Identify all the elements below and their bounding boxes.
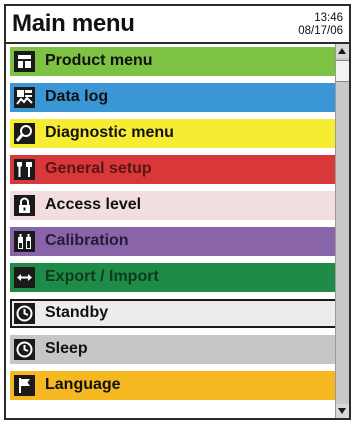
menu-item-access-level[interactable]: Access level <box>10 191 340 220</box>
data-log-icon <box>14 87 35 108</box>
transfer-icon <box>14 267 35 288</box>
product-icon <box>14 51 35 72</box>
menu-list: Product menu Data log Diagnostic menu Ge… <box>6 44 340 418</box>
menu-item-diagnostic-menu[interactable]: Diagnostic menu <box>10 119 340 148</box>
menu-item-label: Calibration <box>45 232 129 249</box>
clock-icon <box>14 303 35 324</box>
menu-item-calibration[interactable]: Calibration <box>10 227 340 256</box>
menu-item-sleep[interactable]: Sleep <box>10 335 340 364</box>
menu-item-standby[interactable]: Standby <box>10 299 340 328</box>
page-title: Main menu <box>12 10 135 37</box>
menu-item-label: Access level <box>45 196 142 213</box>
menu-item-general-setup[interactable]: General setup <box>10 155 340 184</box>
menu-item-label: General setup <box>45 160 152 177</box>
menu-item-language[interactable]: Language <box>10 371 340 400</box>
menu-item-label: Export / Import <box>45 268 159 285</box>
scrollbar-thumb[interactable] <box>336 60 349 82</box>
menu-item-data-log[interactable]: Data log <box>10 83 340 112</box>
time-label: 13:46 <box>314 12 343 24</box>
lock-icon <box>14 195 35 216</box>
screen-frame: Main menu 13:46 08/17/06 Product menu Da… <box>4 4 351 420</box>
menu-item-label: Data log <box>45 88 109 105</box>
scroll-down-arrow-icon[interactable] <box>336 404 349 418</box>
magnifier-icon <box>14 123 35 144</box>
tools-icon <box>14 159 35 180</box>
datetime-display: 13:46 08/17/06 <box>298 12 343 38</box>
menu-item-label: Diagnostic menu <box>45 124 174 141</box>
header-bar: Main menu 13:46 08/17/06 <box>6 6 349 44</box>
clock-icon <box>14 339 35 360</box>
menu-item-label: Language <box>45 376 121 393</box>
menu-item-product-menu[interactable]: Product menu <box>10 47 340 76</box>
vertical-scrollbar[interactable] <box>335 44 349 418</box>
flag-icon <box>14 375 35 396</box>
menu-item-label: Sleep <box>45 340 88 357</box>
scroll-up-arrow-icon[interactable] <box>336 44 349 58</box>
menu-item-export-import[interactable]: Export / Import <box>10 263 340 292</box>
menu-item-label: Standby <box>45 304 109 321</box>
menu-item-label: Product menu <box>45 52 153 69</box>
date-label: 08/17/06 <box>298 25 343 37</box>
calibration-icon <box>14 231 35 252</box>
